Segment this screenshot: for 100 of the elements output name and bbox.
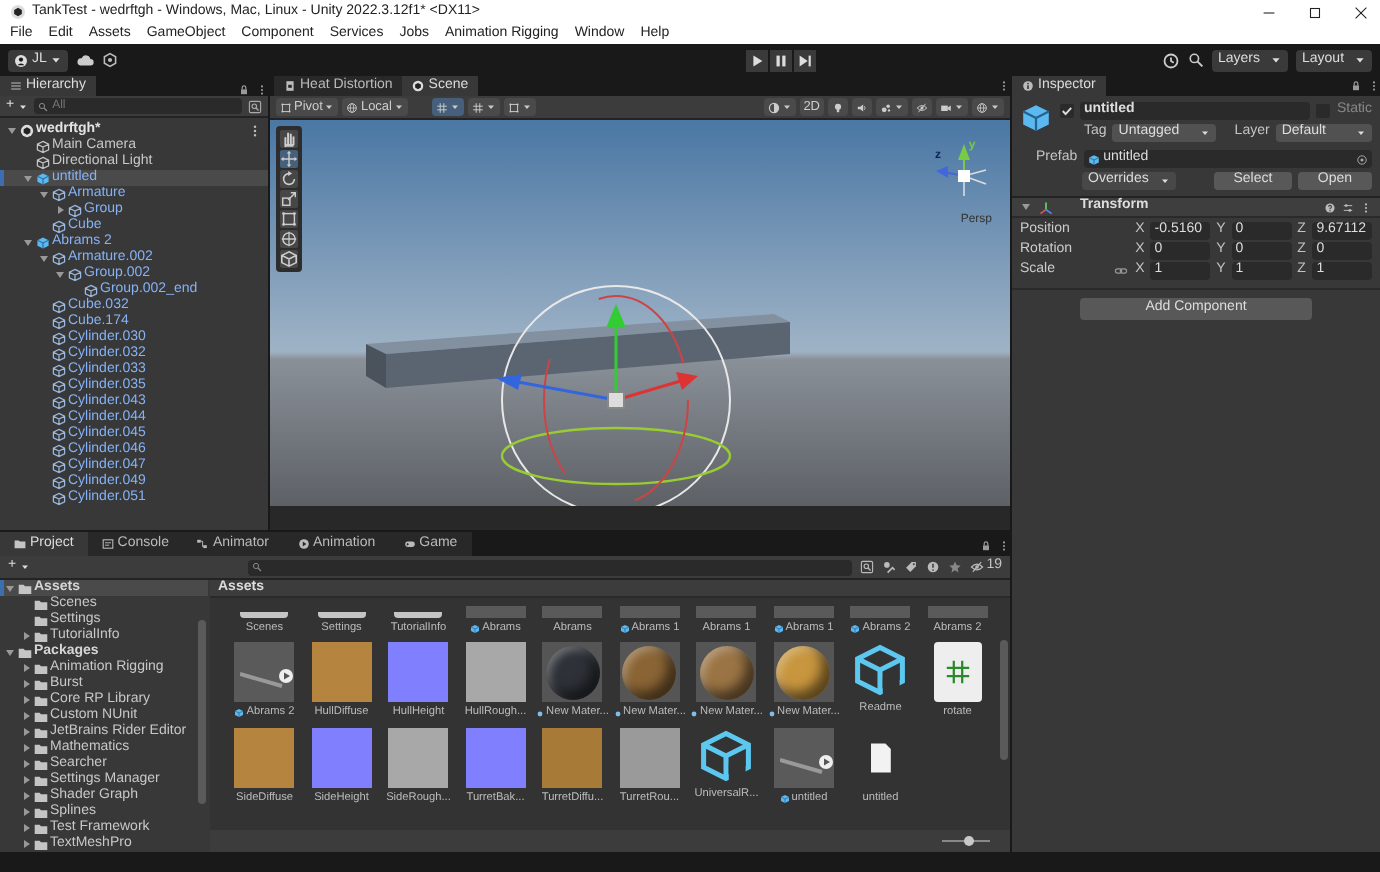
folder-icon [240,612,289,618]
rotate-tool-icon[interactable] [280,170,298,188]
gizmos-dropdown[interactable] [972,98,1004,116]
expand-arrow[interactable] [20,710,32,722]
scrollbar[interactable] [198,620,206,804]
effects-dropdown[interactable] [876,98,908,116]
expand-arrow[interactable] [4,646,16,658]
rect-icon [508,101,520,113]
prefab-cube-icon [36,171,50,185]
material-preview [542,642,603,703]
play-icon[interactable] [817,753,834,770]
object-picker-icon[interactable] [1356,153,1368,165]
custom-tool-icon[interactable] [280,250,298,268]
expand-arrow[interactable] [20,630,32,642]
audio-toggle[interactable] [852,98,872,116]
lock-icon[interactable] [238,84,250,96]
history-icon[interactable] [1162,51,1180,69]
caret-icon [1270,54,1282,66]
expand-arrow[interactable] [20,838,32,850]
fx-icon [880,101,892,113]
tag-icon[interactable] [904,560,919,574]
caret-icon [450,102,460,112]
cloud-icon[interactable] [76,51,95,69]
expand-arrow[interactable] [20,822,32,834]
caret-icon [486,102,496,112]
material-preview [619,642,680,703]
hexagon-icon[interactable] [102,52,119,68]
increment-snap-button[interactable] [468,98,500,116]
scale-tool-icon[interactable] [280,190,298,208]
lock-icon[interactable] [1350,80,1362,92]
grid-snap-button[interactable] [432,98,464,116]
transform-axes-icon [1038,199,1054,215]
expand-arrow[interactable] [20,774,32,786]
caret-icon [522,102,532,112]
expand-arrow[interactable] [22,236,34,248]
hand-tool-icon[interactable] [280,130,298,148]
move-tool-icon[interactable] [280,150,298,168]
folder-icon [14,538,26,550]
expand-arrow[interactable] [38,252,50,264]
gamepad-icon [403,538,416,550]
search-field[interactable] [248,559,853,575]
expand-arrow[interactable] [6,124,18,136]
globe-icon [976,101,988,113]
expand-arrow[interactable] [20,678,32,690]
ruler-button[interactable] [504,98,536,116]
more-icon[interactable] [248,123,262,137]
checkbox[interactable] [1060,104,1074,118]
alert-icon[interactable] [926,560,941,574]
expand-arrow[interactable] [54,268,66,280]
prefab-cube-icon [234,708,245,719]
shading-dropdown[interactable] [763,98,796,116]
rect-tool-icon[interactable] [280,210,298,228]
expand-arrow[interactable] [54,204,66,216]
prefab-cube-icon [850,623,861,634]
transform-tool-icon[interactable] [280,230,298,248]
expand-arrow[interactable] [20,742,32,754]
prefab-cube-icon [773,623,784,634]
caret-icon [324,102,335,112]
caret-icon [18,101,29,111]
help-icon[interactable] [1324,201,1336,213]
expand-arrow[interactable] [20,662,32,674]
search-icon [38,101,49,111]
state-machine-icon [196,538,209,550]
step-icon[interactable] [793,49,816,71]
folder-icon [394,612,443,618]
prefab-cube-icon [619,623,630,634]
camera-dropdown[interactable] [936,98,968,116]
star-icon[interactable] [948,560,963,574]
hidden-eye-icon [970,559,985,574]
expand-arrow[interactable] [20,758,32,770]
close-icon[interactable] [1352,3,1370,21]
prefab-cube-icon [470,623,481,634]
type-filter-icon[interactable] [860,560,875,574]
expand-arrow[interactable] [1020,201,1032,213]
search-icon[interactable] [1188,52,1204,68]
caret-icon [990,102,1000,112]
caret-icon [1200,128,1211,138]
expand-arrow[interactable] [20,726,32,738]
maximize-icon[interactable] [1306,3,1324,21]
rod-drawing [240,672,285,689]
lock-icon[interactable] [980,540,992,552]
globe-icon [346,101,359,113]
expand-arrow[interactable] [4,582,16,594]
expand-arrow[interactable] [20,790,32,802]
pause-icon[interactable] [769,49,792,71]
presets-icon[interactable] [1342,201,1354,213]
eyeoff-icon [916,101,928,113]
scrollbar[interactable] [1000,640,1008,760]
link-icon[interactable] [1114,264,1129,278]
filter-icon[interactable] [248,99,262,113]
expand-arrow[interactable] [22,172,34,184]
expand-arrow[interactable] [38,188,50,200]
visibility-toggle[interactable] [912,98,932,116]
material-preview [773,642,834,703]
play-icon[interactable] [745,49,768,71]
label-filter-icon[interactable] [882,560,897,574]
expand-arrow[interactable] [20,806,32,818]
expand-arrow[interactable] [20,694,32,706]
lighting-toggle[interactable] [828,98,848,116]
play-icon[interactable] [278,668,295,685]
